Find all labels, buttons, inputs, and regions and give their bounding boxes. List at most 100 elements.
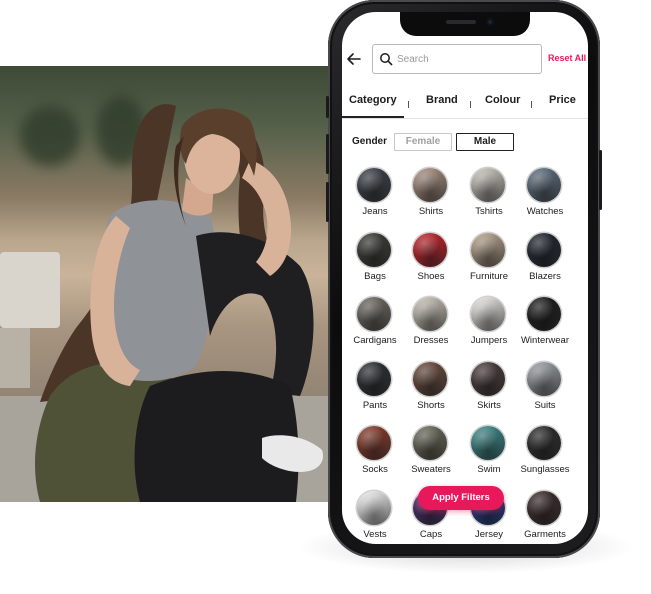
- tab-separator: [531, 101, 532, 108]
- category-item[interactable]: Watches: [514, 168, 576, 228]
- category-item[interactable]: Pants: [344, 362, 406, 422]
- category-thumbnail: [527, 491, 561, 525]
- sweaters-icon: [413, 426, 447, 460]
- tab-brand[interactable]: Brand: [426, 94, 458, 106]
- jumpers-icon: [471, 297, 505, 331]
- tab-category[interactable]: Category: [349, 94, 397, 106]
- tshirts-icon: [471, 168, 505, 202]
- sunglasses-icon: [527, 426, 561, 460]
- suits-icon: [527, 362, 561, 396]
- category-item[interactable]: Tshirts: [458, 168, 520, 228]
- socks-icon: [357, 426, 391, 460]
- category-item[interactable]: Cardigans: [344, 297, 406, 357]
- category-item[interactable]: Skirts: [458, 362, 520, 422]
- search-icon: [380, 53, 393, 66]
- category-thumbnail: [413, 426, 447, 460]
- category-item[interactable]: Jeans: [344, 168, 406, 228]
- search-input[interactable]: [397, 50, 537, 68]
- category-thumbnail: [527, 297, 561, 331]
- bags-icon: [357, 233, 391, 267]
- category-thumbnail: [413, 168, 447, 202]
- tab-colour[interactable]: Colour: [485, 94, 520, 106]
- category-thumbnail: [413, 233, 447, 267]
- phone-screen: Reset All Category Brand Colour Price Ge…: [342, 12, 588, 544]
- category-label: Sunglasses: [520, 464, 570, 475]
- blazers-icon: [527, 233, 561, 267]
- camera-icon: [486, 18, 494, 26]
- search-box[interactable]: [372, 44, 542, 74]
- category-thumbnail: [357, 297, 391, 331]
- category-thumbnail: [471, 362, 505, 396]
- category-thumbnail: [471, 297, 505, 331]
- category-label: Winterwear: [520, 335, 570, 346]
- watches-icon: [527, 168, 561, 202]
- category-item[interactable]: Dresses: [400, 297, 462, 357]
- shirts-icon: [413, 168, 447, 202]
- category-item[interactable]: Sweaters: [400, 426, 462, 486]
- top-bar: Reset All: [342, 42, 588, 78]
- phone-mute-switch: [326, 96, 329, 118]
- category-item[interactable]: Furniture: [458, 233, 520, 293]
- reset-all-button[interactable]: Reset All: [548, 53, 586, 63]
- category-thumbnail: [471, 168, 505, 202]
- vests-icon: [357, 491, 391, 525]
- shorts-icon: [413, 362, 447, 396]
- jeans-icon: [357, 168, 391, 202]
- pants-icon: [357, 362, 391, 396]
- category-thumbnail: [357, 426, 391, 460]
- category-thumbnail: [357, 491, 391, 525]
- shoes-icon: [413, 233, 447, 267]
- category-item[interactable]: Suits: [514, 362, 576, 422]
- phone-power-button: [599, 150, 602, 210]
- gender-label: Gender: [352, 136, 388, 147]
- category-thumbnail: [413, 362, 447, 396]
- tab-separator: [470, 101, 471, 108]
- apply-filters-button[interactable]: Apply Filters: [418, 486, 504, 510]
- cardigans-icon: [357, 297, 391, 331]
- woman-illustration: [35, 104, 324, 502]
- category-item[interactable]: Blazers: [514, 233, 576, 293]
- tab-price[interactable]: Price: [549, 94, 576, 106]
- dresses-icon: [413, 297, 447, 331]
- speaker-icon: [446, 20, 476, 24]
- model-photo: [0, 66, 342, 502]
- tab-separator: [408, 101, 409, 108]
- category-label: Watches: [526, 206, 564, 217]
- winterwear-icon: [527, 297, 561, 331]
- category-item[interactable]: Socks: [344, 426, 406, 486]
- category-item[interactable]: Swim: [458, 426, 520, 486]
- category-thumbnail: [413, 297, 447, 331]
- category-thumbnail: [527, 168, 561, 202]
- garments-icon: [527, 491, 561, 525]
- category-item[interactable]: Winterwear: [514, 297, 576, 357]
- category-item[interactable]: Shorts: [400, 362, 462, 422]
- tabs-divider: [342, 118, 588, 119]
- furniture-icon: [471, 233, 505, 267]
- category-item[interactable]: Shirts: [400, 168, 462, 228]
- swim-icon: [471, 426, 505, 460]
- phone-volume-up: [326, 134, 329, 174]
- skirts-icon: [471, 362, 505, 396]
- category-item[interactable]: Shoes: [400, 233, 462, 293]
- category-thumbnail: [357, 362, 391, 396]
- category-label: Garments: [524, 529, 566, 540]
- category-thumbnail: [357, 233, 391, 267]
- category-label: Blazers: [529, 271, 561, 282]
- category-thumbnail: [471, 233, 505, 267]
- filter-tabs: Category Brand Colour Price: [342, 94, 588, 118]
- category-thumbnail: [527, 426, 561, 460]
- category-item[interactable]: Garments: [514, 491, 576, 544]
- back-arrow-icon[interactable]: [346, 51, 362, 67]
- phone-notch: [400, 12, 530, 36]
- category-thumbnail: [471, 426, 505, 460]
- category-thumbnail: [357, 168, 391, 202]
- category-thumbnail: [527, 233, 561, 267]
- gender-male-button[interactable]: Male: [456, 133, 514, 151]
- gender-female-button[interactable]: Female: [394, 133, 452, 151]
- category-item[interactable]: Sunglasses: [514, 426, 576, 486]
- category-item[interactable]: Jumpers: [458, 297, 520, 357]
- category-thumbnail: [527, 362, 561, 396]
- category-label: Suits: [534, 400, 556, 411]
- phone-volume-down: [326, 182, 329, 222]
- category-item[interactable]: Bags: [344, 233, 406, 293]
